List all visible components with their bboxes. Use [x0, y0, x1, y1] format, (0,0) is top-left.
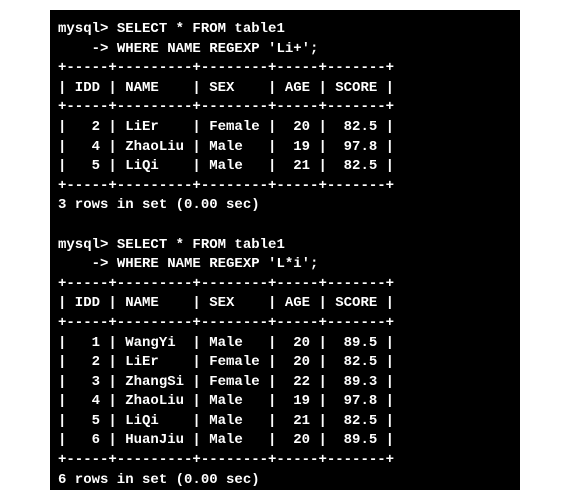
mysql-prompt: mysql> [58, 21, 117, 37]
blank-line [58, 216, 512, 236]
table-row: | 6 | HuanJiu | Male | 20 | 89.5 | [58, 431, 512, 451]
table-row: | 4 | ZhaoLiu | Male | 19 | 97.8 | [58, 138, 512, 158]
table-row: | 2 | LiEr | Female | 20 | 82.5 | [58, 118, 512, 138]
table-border: +-----+---------+--------+-----+-------+ [58, 314, 512, 334]
sql-text: SELECT * FROM table1 [117, 237, 285, 253]
table-border: +-----+---------+--------+-----+-------+ [58, 59, 512, 79]
table-row: | 5 | LiQi | Male | 21 | 82.5 | [58, 412, 512, 432]
mysql-prompt: mysql> [58, 237, 117, 253]
table-header: | IDD | NAME | SEX | AGE | SCORE | [58, 294, 512, 314]
table-row: | 5 | LiQi | Male | 21 | 82.5 | [58, 157, 512, 177]
result-summary: 6 rows in set (0.00 sec) [58, 471, 512, 490]
table-border: +-----+---------+--------+-----+-------+ [58, 177, 512, 197]
table-border: +-----+---------+--------+-----+-------+ [58, 98, 512, 118]
sql-text: SELECT * FROM table1 [117, 21, 285, 37]
query1-line1: mysql> SELECT * FROM table1 [58, 20, 512, 40]
query1-line2: -> WHERE NAME REGEXP 'Li+'; [58, 40, 512, 60]
table-row: | 2 | LiEr | Female | 20 | 82.5 | [58, 353, 512, 373]
table-border: +-----+---------+--------+-----+-------+ [58, 451, 512, 471]
continuation-prompt: -> [58, 41, 117, 57]
table-header: | IDD | NAME | SEX | AGE | SCORE | [58, 79, 512, 99]
table-row: | 3 | ZhangSi | Female | 22 | 89.3 | [58, 373, 512, 393]
query2-line1: mysql> SELECT * FROM table1 [58, 236, 512, 256]
sql-text: WHERE NAME REGEXP 'L*i'; [117, 256, 319, 272]
mysql-terminal: mysql> SELECT * FROM table1 -> WHERE NAM… [50, 10, 520, 490]
query2-line2: -> WHERE NAME REGEXP 'L*i'; [58, 255, 512, 275]
continuation-prompt: -> [58, 256, 117, 272]
sql-text: WHERE NAME REGEXP 'Li+'; [117, 41, 319, 57]
result-summary: 3 rows in set (0.00 sec) [58, 196, 512, 216]
table-row: | 1 | WangYi | Male | 20 | 89.5 | [58, 334, 512, 354]
table-border: +-----+---------+--------+-----+-------+ [58, 275, 512, 295]
table-row: | 4 | ZhaoLiu | Male | 19 | 97.8 | [58, 392, 512, 412]
